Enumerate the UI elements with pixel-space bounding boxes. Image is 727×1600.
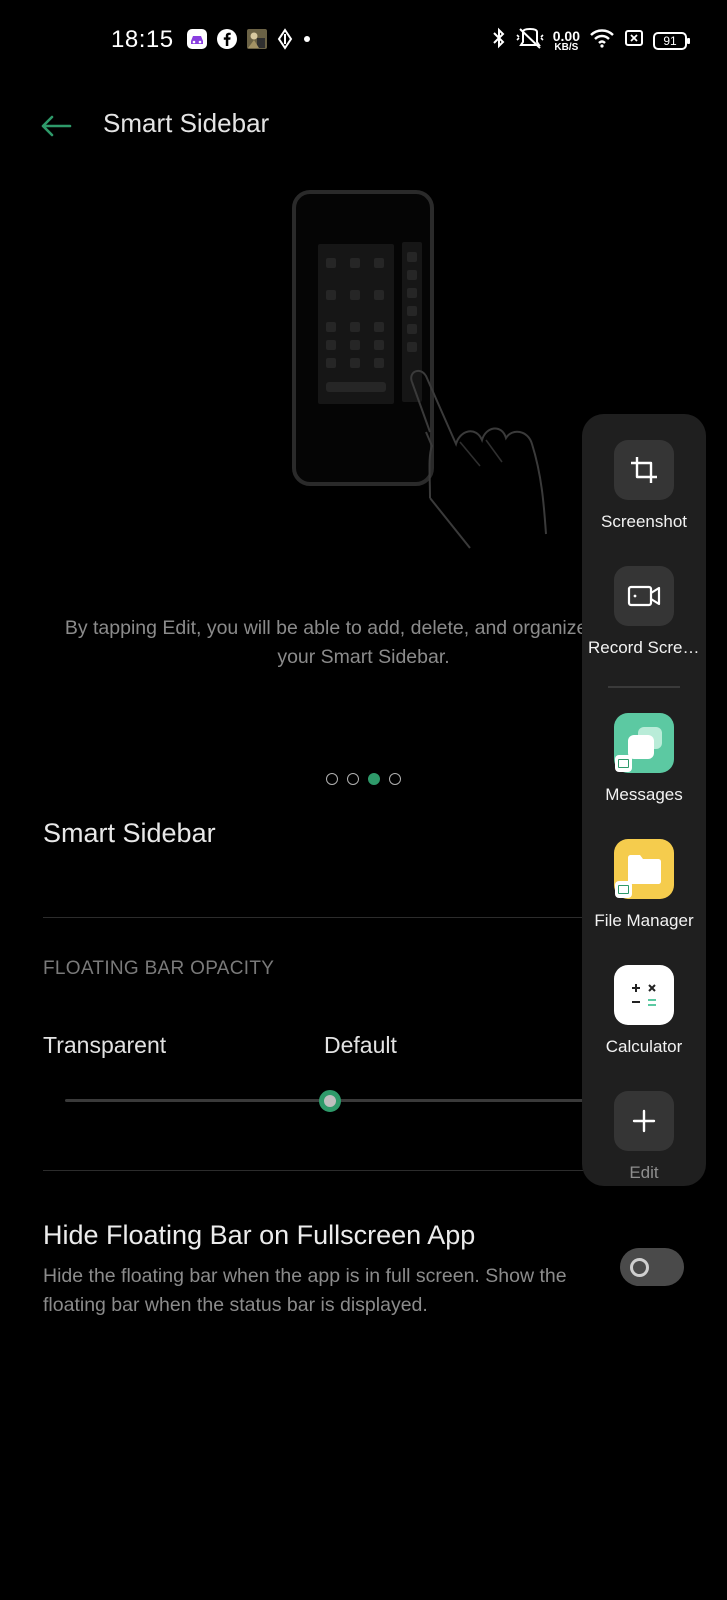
divider (43, 1170, 595, 1171)
system-icons: 0.00 KB/S 91 (491, 26, 690, 55)
sidebar-item-messages[interactable]: Messages (582, 713, 706, 805)
tutorial-description: By tapping Edit, you will be able to add… (64, 617, 663, 668)
sidebar-item-file-manager[interactable]: File Manager (582, 839, 706, 931)
net-speed: 0.00 KB/S (553, 29, 580, 53)
hide-floating-bar-description: Hide the floating bar when the app is in… (43, 1265, 567, 1316)
sidebar-item-label: Record Screen (588, 638, 700, 657)
sidebar-item-label: File Manager (594, 911, 694, 930)
smart-sidebar-setting[interactable]: Smart Sidebar (43, 818, 216, 849)
hide-floating-bar-title: Hide Floating Bar on Fullscreen App (43, 1220, 476, 1250)
opacity-section-header: FLOATING BAR OPACITY (43, 958, 275, 979)
page-dot-3[interactable] (368, 773, 380, 785)
sidebar-item-label: Messages (605, 785, 683, 804)
sidebar-separator (608, 686, 680, 688)
sidebar-item-record-screen[interactable]: Record Screen (582, 566, 706, 658)
toggle-knob (630, 1258, 649, 1277)
crop-icon (614, 440, 674, 500)
tutorial-illustration (280, 186, 570, 566)
plus-icon (614, 1091, 674, 1151)
messages-icon (614, 713, 674, 773)
page-dot-2[interactable] (347, 773, 359, 785)
bluetooth-icon (491, 26, 507, 55)
page-indicator[interactable] (326, 773, 401, 785)
calculator-icon (614, 965, 674, 1025)
vibrate-off-icon (516, 26, 544, 55)
sidebar-item-label: Calculator (605, 1037, 683, 1056)
back-button[interactable] (36, 106, 76, 146)
sidebar-edit-button[interactable]: Edit (582, 1091, 706, 1183)
status-time: 18:15 (111, 26, 174, 53)
location-icon (276, 28, 294, 55)
floating-window-badge-icon (615, 755, 632, 772)
page-title: Smart Sidebar (103, 108, 270, 138)
photo-notification-icon (246, 28, 268, 55)
folder-icon (614, 839, 674, 899)
opacity-default-label: Default (324, 1032, 397, 1058)
opacity-slider-thumb[interactable] (319, 1090, 341, 1112)
divider (43, 917, 595, 918)
status-bar: 18:15 0.00 KB/S 91 (0, 0, 727, 84)
opacity-min-label: Transparent (43, 1032, 167, 1058)
video-record-icon (614, 566, 674, 626)
net-speed-value: 0.00 (552, 27, 580, 44)
battery-icon: 91 (653, 31, 690, 50)
sidebar-item-label: Edit (629, 1163, 659, 1182)
smart-sidebar-panel[interactable]: Screenshot Record Screen Messages File M… (582, 414, 706, 1186)
net-speed-unit: KB/S (554, 41, 579, 53)
sidebar-item-screenshot[interactable]: Screenshot (582, 440, 706, 532)
sim-icon (624, 27, 644, 54)
sidebar-item-label: Screenshot (601, 512, 687, 531)
page-dot-4[interactable] (389, 773, 401, 785)
dot-icon (302, 28, 312, 55)
wifi-icon (589, 27, 615, 54)
arrow-left-icon (41, 115, 72, 137)
sidebar-item-calculator[interactable]: Calculator (582, 965, 706, 1057)
notification-icons (186, 28, 312, 55)
floating-window-badge-icon (615, 881, 632, 898)
page-dot-1[interactable] (326, 773, 338, 785)
app-notification-icon (186, 28, 208, 55)
facebook-icon (216, 28, 238, 55)
hide-floating-bar-toggle[interactable] (620, 1248, 684, 1286)
